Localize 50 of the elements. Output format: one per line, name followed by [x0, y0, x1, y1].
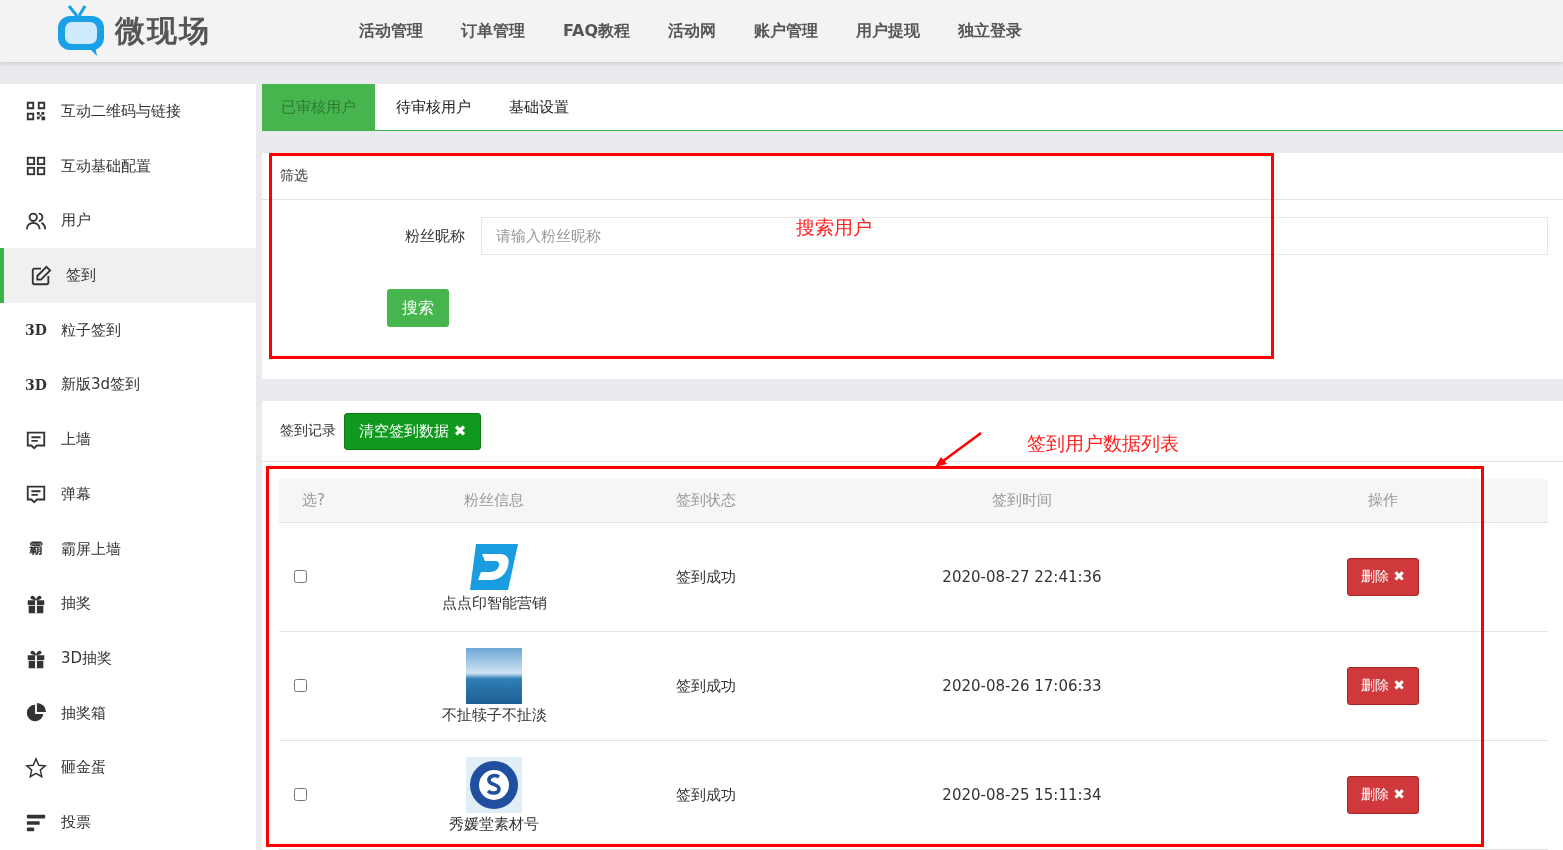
row-checkbox[interactable]: [294, 570, 307, 583]
tab[interactable]: 基础设置: [490, 84, 588, 130]
text-icon: 3D: [25, 322, 47, 339]
annotation-arrow: [933, 431, 983, 469]
fan-name: 点点印智能营销: [441, 593, 547, 613]
table-cell-text: 签到成功: [675, 785, 737, 805]
nav-link[interactable]: 用户提现: [837, 20, 940, 42]
nav-link[interactable]: 活动管理: [340, 20, 442, 42]
edit-icon: [30, 264, 52, 287]
field-label: 粉丝昵称: [404, 226, 466, 246]
nav-link[interactable]: 订单管理: [442, 20, 544, 42]
fan-name: 秀媛堂素材号: [449, 814, 539, 834]
column-header: 签到时间: [991, 491, 1053, 510]
logo-text: 微现场: [115, 11, 211, 50]
text-icon: 霸: [29, 540, 43, 559]
delete-button[interactable]: 删除 ✖: [1346, 776, 1420, 814]
annotation-text: 搜索用户: [796, 215, 872, 240]
circle-logo-avatar: [466, 756, 522, 813]
row-checkbox[interactable]: [294, 788, 307, 801]
delete-button[interactable]: 删除 ✖: [1346, 667, 1420, 705]
tab[interactable]: 待审核用户: [377, 84, 490, 130]
table-cell-text: 2020-08-26 17:06:33: [941, 677, 1103, 695]
grid-icon: [25, 155, 47, 178]
annotation-text: 签到用户数据列表: [1027, 431, 1179, 456]
photo-placeholder: [466, 647, 522, 704]
table-cell-text: 2020-08-25 15:11:34: [941, 786, 1103, 804]
text-icon: 3D: [25, 376, 47, 393]
star-icon: [25, 757, 47, 779]
card-title: 签到记录: [280, 422, 336, 440]
column-header: 选?: [301, 491, 326, 510]
tv-logo-icon: [55, 4, 107, 58]
delete-button[interactable]: 删除 ✖: [1346, 558, 1420, 596]
column-header: 操作: [1367, 491, 1399, 510]
card-title: 筛选: [280, 167, 308, 185]
qr-code-icon: [25, 100, 47, 123]
sidebar-item[interactable]: 签到: [0, 248, 256, 303]
column-header: 粉丝信息: [463, 491, 525, 510]
nav-link[interactable]: 活动网: [649, 20, 736, 42]
clear-data-button[interactable]: 清空签到数据 ✖: [344, 412, 482, 450]
table-cell-text: 2020-08-27 22:41:36: [941, 568, 1103, 586]
nav-link[interactable]: 账户管理: [735, 20, 838, 42]
row-checkbox[interactable]: [294, 679, 307, 692]
message-icon: [25, 483, 47, 506]
table-cell-text: 签到成功: [675, 567, 737, 587]
column-header: 签到状态: [675, 491, 737, 510]
nav-link[interactable]: 独立登录: [939, 20, 1042, 42]
nav-link[interactable]: FAQ教程: [544, 20, 650, 42]
table-cell-text: 签到成功: [675, 676, 737, 696]
fan-name: 不扯犊子不扯淡: [441, 705, 547, 725]
logo-avatar: [468, 541, 520, 592]
